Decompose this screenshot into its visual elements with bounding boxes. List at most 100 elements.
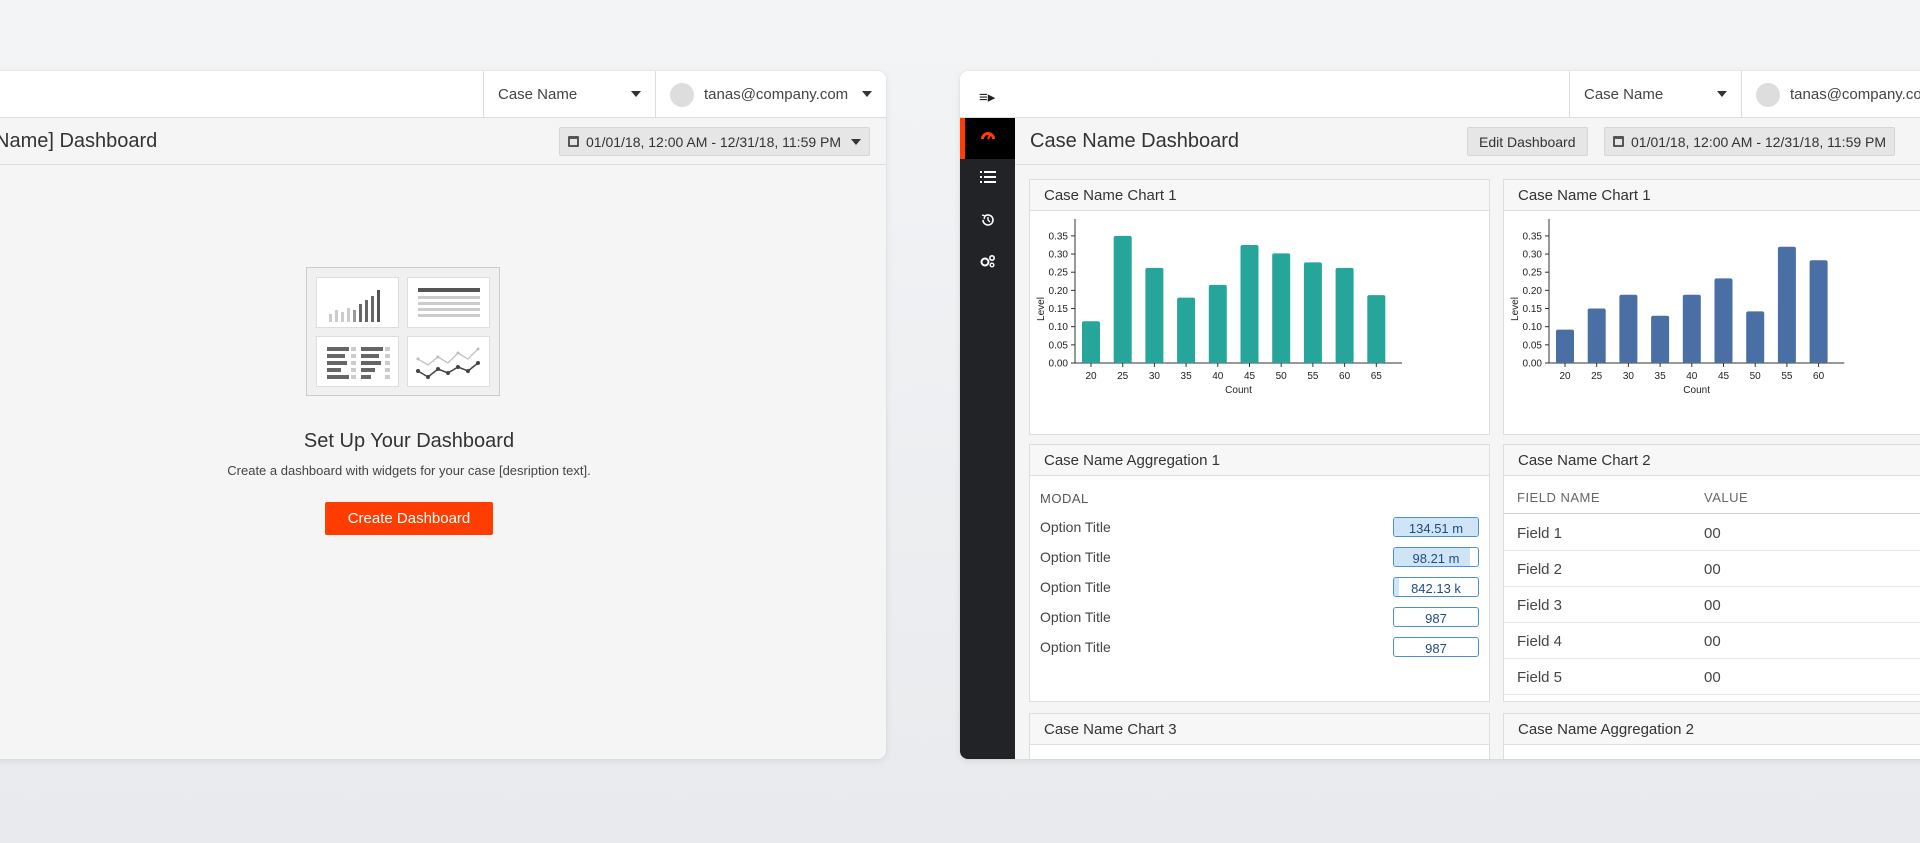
- date-range-picker[interactable]: 01/01/18, 12:00 AM - 12/31/18, 11:59 PM: [559, 127, 871, 156]
- x-tick-label: 30: [1623, 371, 1635, 382]
- panel-title: Case Name Chart 1: [1030, 180, 1489, 211]
- x-tick-label: 60: [1813, 371, 1825, 382]
- bar: [1177, 297, 1196, 363]
- y-tick-label: 0.00: [1523, 359, 1543, 370]
- panel-title: Case Name Chart 3: [1030, 714, 1489, 745]
- menu-toggle-icon[interactable]: ≡▸: [979, 88, 995, 106]
- table-cell: 00: [1704, 669, 1721, 686]
- history-icon[interactable]: [960, 212, 1015, 232]
- aggregation-row[interactable]: Option Title 987: [1040, 637, 1479, 657]
- x-tick-label: 55: [1307, 371, 1319, 382]
- y-tick-label: 0.05: [1523, 340, 1543, 351]
- table-cell: 00: [1704, 597, 1721, 614]
- y-tick-label: 0.25: [1049, 268, 1069, 279]
- x-tick-label: 45: [1718, 371, 1730, 382]
- bar: [1651, 315, 1670, 363]
- user-menu[interactable]: tanas@company.com: [655, 71, 886, 118]
- table-cell: 00: [1704, 633, 1721, 650]
- bar: [1272, 253, 1291, 363]
- y-tick-label: 0.00: [1049, 359, 1069, 370]
- bar-chart-1: 0.00 0.05 0.10 0.15 0.20 0.25 0.30 0.35 20 25 30 35…: [1036, 219, 1402, 396]
- y-tick-label: 0.05: [1049, 340, 1069, 351]
- date-range-label: 01/01/18, 12:00 AM - 12/31/18, 11:59 PM: [1631, 133, 1887, 150]
- option-title: Option Title: [1040, 519, 1111, 535]
- create-dashboard-button[interactable]: Create Dashboard: [325, 502, 493, 535]
- dashboard-window: ≡▸ Case Name tanas@company.com Case Name…: [960, 71, 1920, 759]
- bar: [1809, 260, 1828, 363]
- bar: [1746, 311, 1765, 363]
- settings-gears-icon[interactable]: [960, 254, 1015, 272]
- case-select[interactable]: Case Name: [1569, 71, 1741, 118]
- user-menu[interactable]: tanas@company.com: [1741, 71, 1920, 118]
- value-meter: 987: [1393, 607, 1479, 627]
- case-select[interactable]: Case Name: [483, 71, 655, 118]
- aggregation-row[interactable]: Option Title 842.13 k: [1040, 577, 1479, 597]
- chevron-down-icon: [1717, 91, 1727, 97]
- aggregation-row[interactable]: Option Title 134.51 m: [1040, 517, 1479, 537]
- option-title: Option Title: [1040, 549, 1111, 565]
- line-chart-icon: [407, 336, 490, 387]
- meter-value: 842.13 k: [1411, 581, 1461, 596]
- bar: [1777, 246, 1796, 363]
- page-title: Name] Dashboard: [0, 130, 158, 152]
- table-cell: Field 4: [1517, 633, 1563, 650]
- bar: [1082, 321, 1100, 363]
- x-tick-label: 35: [1655, 371, 1667, 382]
- x-tick-label: 45: [1244, 371, 1256, 382]
- meter-value: 134.51 m: [1408, 521, 1464, 536]
- calendar-icon: [1613, 136, 1624, 147]
- bar: [1335, 267, 1354, 363]
- y-tick-label: 0.30: [1049, 250, 1069, 261]
- dashboard-illustration: [306, 267, 500, 396]
- list-icon[interactable]: [960, 170, 1015, 188]
- y-tick-label: 0.20: [1523, 286, 1543, 297]
- value-meter: 98.21 m: [1393, 547, 1479, 567]
- y-tick-label: 0.30: [1523, 250, 1543, 261]
- dashboard-window-empty: Case Name tanas@company.com Name] Dashbo…: [0, 71, 886, 759]
- table-cell: 00: [1704, 561, 1721, 578]
- case-select-label: Case Name: [498, 86, 578, 103]
- dashboard-header: Case Name Dashboard Edit Dashboard 01/01…: [1015, 118, 1920, 165]
- table-cell: Field 1: [1517, 525, 1563, 542]
- speedometer-icon[interactable]: [960, 128, 1015, 146]
- date-range-picker[interactable]: 01/01/18, 12:00 AM - 12/31/18, 11:59 PM: [1604, 127, 1896, 156]
- y-axis-label: Level: [1036, 297, 1047, 321]
- x-tick-label: 30: [1149, 371, 1161, 382]
- aggregation-panel-1: Case Name Aggregation 1 MODAL Option Tit…: [1029, 444, 1490, 702]
- x-tick-label: 20: [1559, 371, 1571, 382]
- bar: [1587, 308, 1606, 363]
- table-panel-chart-2: Case Name Chart 2 FIELD NAME VALUE Field…: [1503, 444, 1920, 702]
- aggregation-row[interactable]: Option Title 98.21 m: [1040, 547, 1479, 567]
- y-tick-label: 0.15: [1049, 304, 1069, 315]
- user-email: tanas@company.com: [704, 86, 849, 103]
- value-meter: 987: [1393, 637, 1479, 657]
- table-cell: Field 2: [1517, 561, 1563, 578]
- x-tick-label: 65: [1371, 371, 1383, 382]
- dashboard-header: Name] Dashboard 01/01/18, 12:00 AM - 12/…: [0, 118, 886, 165]
- bar: [1367, 295, 1386, 363]
- bar: [1303, 262, 1322, 363]
- meter-value: 987: [1425, 641, 1447, 656]
- x-tick-label: 55: [1781, 371, 1793, 382]
- x-tick-label: 20: [1085, 371, 1097, 382]
- x-tick-label: 50: [1276, 371, 1288, 382]
- page-title: Case Name Dashboard: [1030, 130, 1239, 152]
- y-tick-label: 0.35: [1049, 231, 1069, 242]
- x-tick-label: 50: [1750, 371, 1762, 382]
- aggregation-row[interactable]: Option Title 987: [1040, 607, 1479, 627]
- x-tick-label: 40: [1212, 371, 1224, 382]
- edit-dashboard-button[interactable]: Edit Dashboard: [1467, 127, 1588, 156]
- table-row: Field 5 00: [1504, 659, 1920, 695]
- table-icon: [407, 277, 490, 328]
- chart-panel-1: Case Name Chart 1 0.00 0.05 0.10 0.15 0.20 0.…: [1029, 179, 1490, 435]
- bar: [1619, 294, 1638, 363]
- aggregation-section-label: MODAL: [1040, 491, 1089, 506]
- y-tick-label: 0.10: [1523, 322, 1543, 333]
- option-title: Option Title: [1040, 609, 1111, 625]
- bar: [1145, 267, 1164, 363]
- bar: [1682, 294, 1701, 363]
- y-tick-label: 0.10: [1049, 322, 1069, 333]
- bar: [1113, 235, 1132, 363]
- x-axis-label: Count: [1683, 385, 1710, 396]
- y-tick-label: 0.20: [1049, 286, 1069, 297]
